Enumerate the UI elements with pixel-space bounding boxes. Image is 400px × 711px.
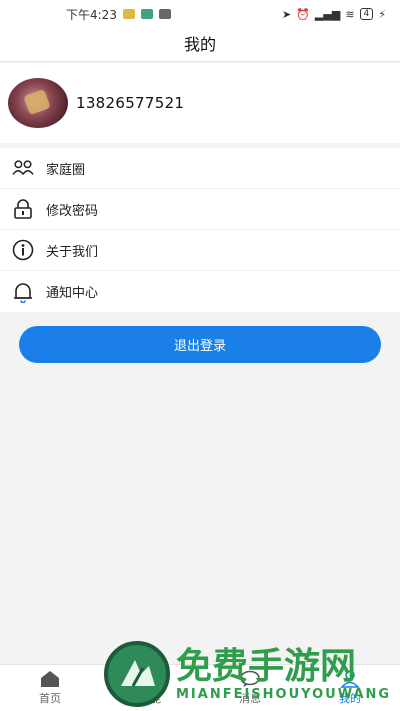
lock-icon	[12, 198, 34, 220]
user-phone: 13826577521	[76, 94, 185, 112]
menu-item-change-password[interactable]: 修改密码	[0, 189, 400, 230]
bottom-tab-bar: 首页 功能 消息 我的	[0, 664, 400, 711]
avatar[interactable]	[8, 78, 68, 128]
tab-messages[interactable]: 消息	[200, 665, 300, 711]
tab-mine[interactable]: 我的	[300, 665, 400, 711]
chat-icon	[240, 670, 260, 687]
notification-icon	[158, 9, 171, 19]
status-left: 下午4:23	[66, 6, 171, 23]
tab-label: 我的	[339, 692, 361, 705]
info-icon	[12, 239, 34, 261]
notification-icon	[140, 9, 153, 19]
menu-item-label: 通知中心	[46, 286, 99, 301]
logout-button[interactable]: 退出登录	[19, 326, 381, 363]
family-group-icon	[12, 157, 34, 179]
menu-item-about[interactable]: 关于我们	[0, 230, 400, 271]
battery-icon: 4	[359, 8, 374, 20]
status-time: 下午4:23	[66, 7, 117, 22]
menu-item-family[interactable]: 家庭圈	[0, 148, 400, 189]
bell-icon	[12, 281, 34, 303]
tab-functions[interactable]: 功能	[100, 665, 200, 711]
menu-item-label: 关于我们	[46, 244, 99, 260]
menu-item-label: 修改密码	[46, 203, 99, 219]
tab-label: 首页	[39, 692, 61, 705]
home-icon	[41, 671, 59, 687]
charging-icon: ⚡	[378, 7, 386, 21]
tab-label: 消息	[239, 692, 261, 705]
wifi-icon: ≋	[345, 7, 355, 21]
menu-item-label: 家庭圈	[46, 162, 86, 178]
signal-icon: ▂▄▆	[314, 7, 341, 21]
user-icon	[340, 670, 360, 688]
location-icon: ➤	[282, 7, 292, 21]
page-header: 我的	[0, 28, 400, 62]
profile-card[interactable]: 13826577521	[0, 63, 400, 143]
alarm-icon: ⏰	[296, 7, 310, 21]
status-bar: 下午4:23 ➤ ⏰ ▂▄▆ ≋ 4 ⚡	[0, 0, 400, 28]
menu-item-notifications[interactable]: 通知中心	[0, 271, 400, 312]
notification-icon	[122, 9, 135, 19]
tab-label: 功能	[139, 692, 161, 705]
page-title: 我的	[183, 35, 216, 54]
status-right: ➤ ⏰ ▂▄▆ ≋ 4 ⚡	[282, 8, 386, 21]
grid-icon	[142, 671, 158, 687]
settings-menu: 家庭圈 修改密码 关于我们 通知中心	[0, 148, 400, 312]
tab-home[interactable]: 首页	[0, 665, 100, 711]
